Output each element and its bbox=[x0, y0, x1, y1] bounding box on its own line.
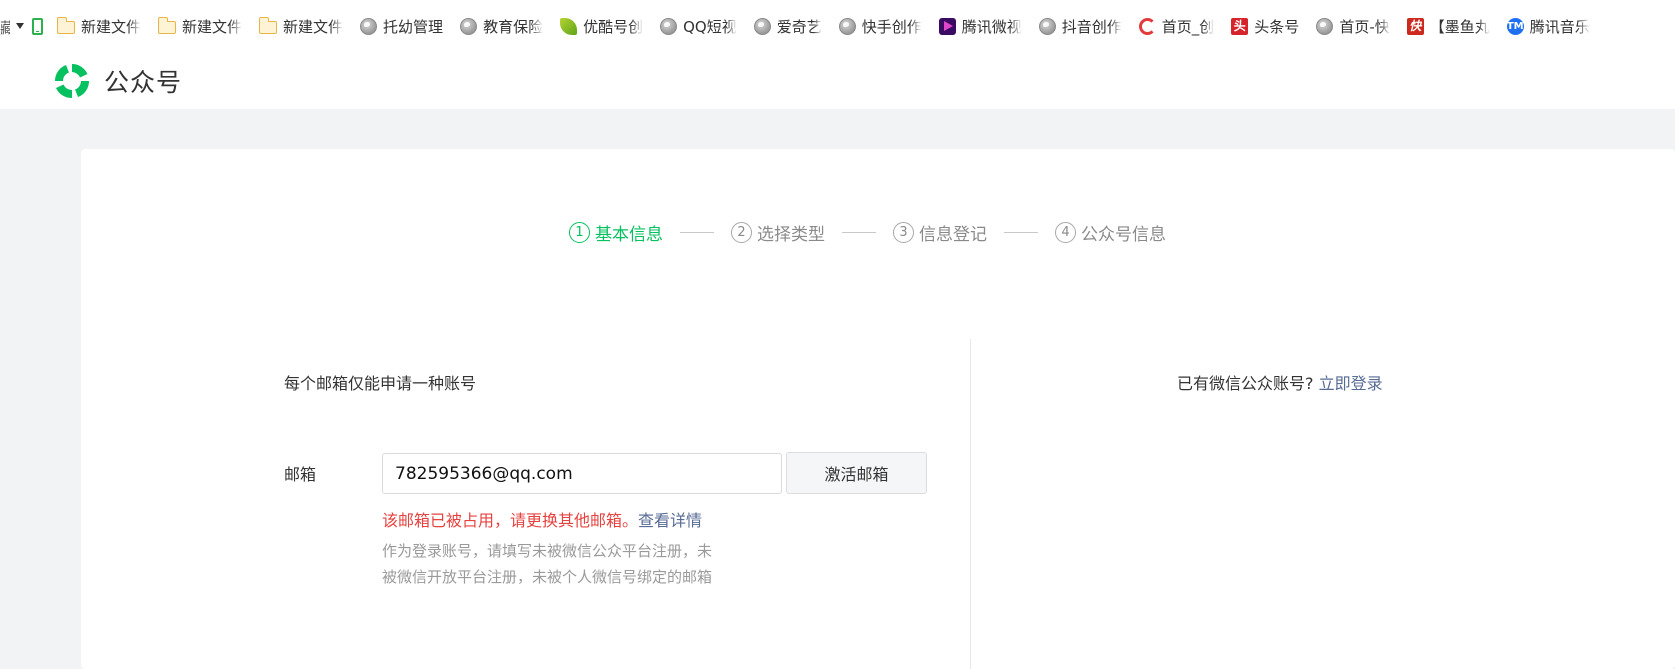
email-error-message: 该邮箱已被占用，请更换其他邮箱。查看详情 bbox=[382, 507, 702, 531]
globe-icon bbox=[1038, 17, 1056, 35]
step-number: 3 bbox=[893, 221, 914, 243]
bookmark-item[interactable]: 抖音创作 bbox=[1038, 0, 1122, 52]
step-label: 基本信息 bbox=[595, 224, 663, 245]
globe-icon bbox=[460, 17, 478, 35]
bookmark-label: 头条号 bbox=[1254, 17, 1300, 36]
existing-account-prompt: 已有微信公众账号? 立即登录 bbox=[1177, 370, 1383, 394]
bookmark-label: 爱奇艺 bbox=[776, 17, 822, 36]
email-hint: 作为登录账号，请填写未被微信公众平台注册，未 被微信开放平台注册，未被个人微信号… bbox=[382, 538, 762, 590]
toutiao-icon: 头 bbox=[1231, 17, 1249, 35]
globe-icon bbox=[753, 17, 771, 35]
bookmark-item[interactable]: TM 腾讯音乐 bbox=[1506, 0, 1590, 52]
hint-line: 被微信开放平台注册，未被个人微信号绑定的邮箱 bbox=[382, 568, 713, 586]
site-title[interactable]: 公众号 bbox=[104, 63, 182, 99]
step-connector bbox=[1004, 231, 1038, 233]
bookmark-label: 优酷号创 bbox=[583, 17, 644, 36]
view-details-link[interactable]: 查看详情 bbox=[638, 511, 702, 530]
bookmark-item[interactable]: 托幼管理 bbox=[360, 0, 443, 52]
bookmark-item[interactable]: 快 【墨鱼丸 bbox=[1406, 0, 1490, 52]
email-label: 邮箱 bbox=[284, 465, 317, 484]
bookmark-item[interactable]: QQ短视 bbox=[660, 0, 737, 52]
bookmark-item[interactable]: 新建文件 bbox=[56, 0, 142, 52]
step-account-info: 4 公众号信息 bbox=[1055, 220, 1166, 245]
bookmark-item[interactable]: 教育保险 bbox=[460, 0, 543, 52]
bookmark-label: 首页_创 bbox=[1161, 17, 1215, 36]
step-number: 1 bbox=[569, 221, 590, 243]
step-label: 公众号信息 bbox=[1081, 224, 1166, 245]
login-now-link[interactable]: 立即登录 bbox=[1319, 374, 1383, 393]
vertical-divider bbox=[970, 339, 971, 669]
bookmark-item[interactable]: 新建文件 bbox=[258, 0, 344, 52]
email-field[interactable] bbox=[382, 453, 782, 494]
wechat-official-account-logo-icon[interactable] bbox=[52, 61, 92, 101]
bookmark-label: QQ短视 bbox=[683, 17, 737, 36]
bookmark-label: 抖音创作 bbox=[1061, 17, 1122, 36]
bookmark-label: 【墨鱼丸 bbox=[1429, 17, 1490, 36]
youku-icon bbox=[560, 17, 578, 35]
bookmark-label: 新建文件 bbox=[283, 17, 344, 36]
globe-icon bbox=[838, 17, 856, 35]
kuai-icon: 快 bbox=[1406, 17, 1424, 35]
globe-icon bbox=[660, 17, 678, 35]
globe-icon bbox=[360, 17, 378, 35]
step-label: 选择类型 bbox=[757, 224, 825, 245]
bookmark-label: 首页-快 bbox=[1339, 17, 1390, 36]
mobile-bookmarks-icon[interactable] bbox=[32, 17, 43, 35]
email-note: 每个邮箱仅能申请一种账号 bbox=[284, 374, 477, 393]
folder-icon bbox=[56, 16, 75, 34]
bookmark-item[interactable]: 快手创作 bbox=[838, 0, 922, 52]
bookmark-item[interactable]: 头 头条号 bbox=[1231, 0, 1299, 52]
bookmark-label: 新建文件 bbox=[81, 17, 142, 36]
page-header: 公众号 bbox=[0, 52, 1675, 109]
tencent-music-icon: TM bbox=[1506, 17, 1524, 35]
bookmark-item[interactable]: 腾讯微视 bbox=[938, 0, 1022, 52]
step-number: 4 bbox=[1055, 221, 1076, 243]
error-text: 该邮箱已被占用，请更换其他邮箱。 bbox=[382, 511, 639, 530]
globe-icon bbox=[1316, 17, 1334, 35]
existing-account-text: 已有微信公众账号? bbox=[1177, 374, 1314, 393]
bookmark-label: 新建文件 bbox=[182, 17, 243, 36]
bookmark-item[interactable]: 新建文件 bbox=[157, 0, 243, 52]
step-select-type: 2 选择类型 bbox=[731, 220, 825, 245]
bookmark-item[interactable]: 首页-快 bbox=[1316, 0, 1390, 52]
c-logo-icon bbox=[1138, 17, 1156, 35]
step-label: 信息登记 bbox=[919, 224, 987, 245]
bookmark-label: 教育保险 bbox=[483, 17, 544, 36]
bookmark-item[interactable]: 爱奇艺 bbox=[753, 0, 822, 52]
tencent-video-icon bbox=[938, 17, 956, 35]
step-info-registration: 3 信息登记 bbox=[893, 220, 987, 245]
bookmark-label: 托幼管理 bbox=[383, 17, 444, 36]
step-connector bbox=[680, 231, 714, 233]
bookmark-item[interactable]: 首页_创 bbox=[1138, 0, 1215, 52]
bookmark-label: 腾讯音乐 bbox=[1529, 17, 1590, 36]
bookmarks-dropdown-icon[interactable] bbox=[16, 23, 24, 29]
folder-icon bbox=[157, 16, 177, 34]
bookmark-label: 腾讯微视 bbox=[961, 17, 1022, 36]
activate-email-button[interactable]: 激活邮箱 bbox=[786, 452, 927, 494]
step-number: 2 bbox=[731, 221, 752, 243]
progress-steps: 1 基本信息 2 选择类型 3 信息登记 4 公众号信息 bbox=[569, 219, 1166, 245]
step-connector bbox=[842, 231, 876, 233]
step-basic-info: 1 基本信息 bbox=[569, 220, 663, 245]
bookmark-label: 快手创作 bbox=[861, 17, 922, 36]
bookmark-edge-label[interactable]: 藏 bbox=[0, 17, 10, 35]
hint-line: 作为登录账号，请填写未被微信公众平台注册，未 bbox=[382, 542, 713, 560]
bookmarks-bar: 藏 新建文件 新建文件 新建文件 托幼管理 教育保险 优酷号创 QQ短视 爱奇艺… bbox=[0, 0, 1675, 52]
registration-card: 1 基本信息 2 选择类型 3 信息登记 4 公众号信息 每个邮箱仅能申请一种账… bbox=[81, 149, 1675, 669]
folder-icon bbox=[258, 16, 278, 34]
bookmark-item[interactable]: 优酷号创 bbox=[560, 0, 643, 52]
